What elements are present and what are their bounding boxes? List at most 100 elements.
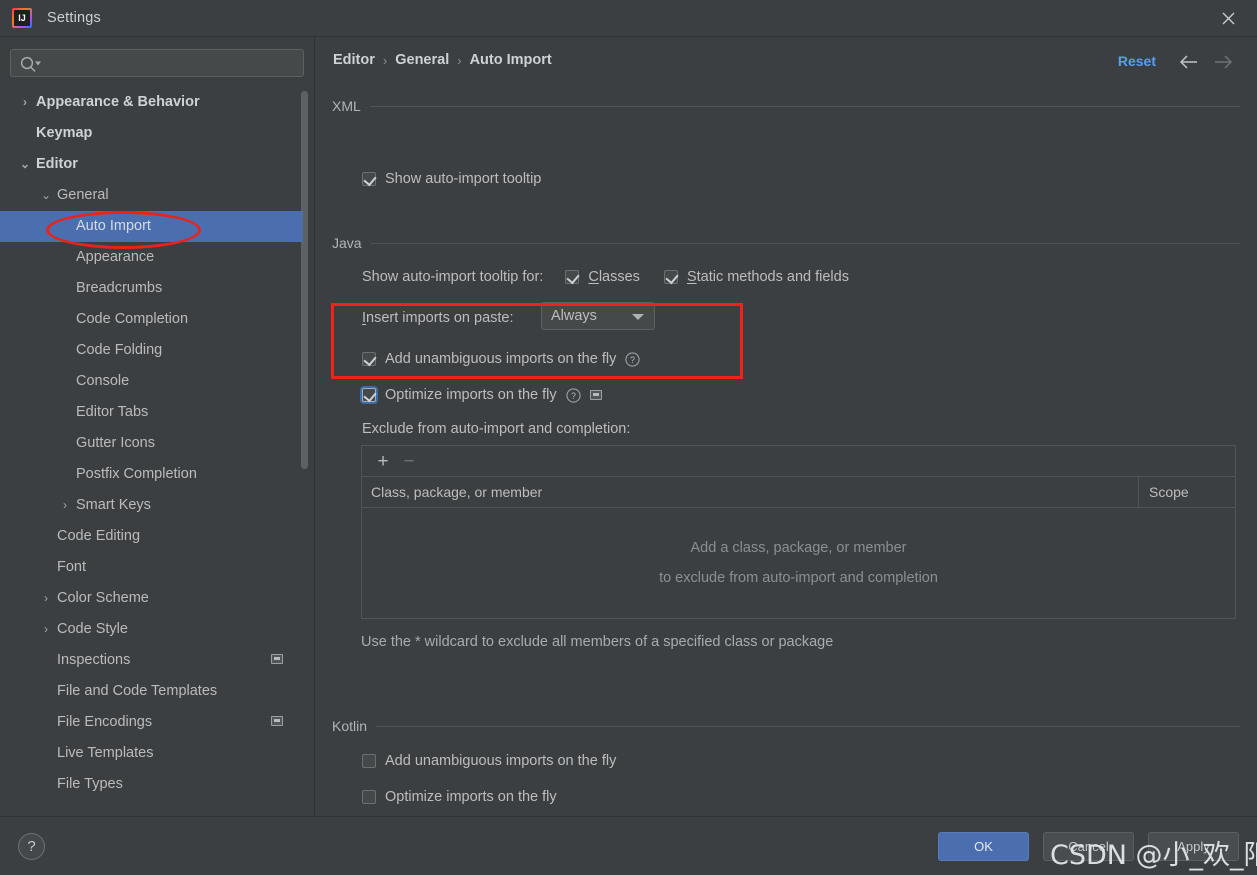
checkbox-label: Classes xyxy=(588,269,640,285)
forward-button[interactable] xyxy=(1209,49,1237,75)
back-button[interactable] xyxy=(1175,49,1203,75)
chevron-right-icon[interactable]: › xyxy=(17,87,33,118)
column-header-scope[interactable]: Scope xyxy=(1139,477,1235,507)
sidebar-item-label: Live Templates xyxy=(57,745,154,761)
checkbox-show-auto-import-tooltip[interactable]: Show auto-import tooltip xyxy=(362,171,541,187)
checkbox-java-add-unambiguous-imports[interactable]: Add unambiguous imports on the fly ? xyxy=(362,351,640,367)
cancel-button[interactable]: Cancel xyxy=(1043,832,1134,861)
chevron-right-icon[interactable]: › xyxy=(57,490,73,521)
svg-text:?: ? xyxy=(571,390,576,400)
title-bar: Settings xyxy=(0,0,1257,37)
sidebar-item-label: Breadcrumbs xyxy=(76,280,163,296)
checkbox-box[interactable] xyxy=(362,754,376,768)
breadcrumb: Editor › General › Auto Import xyxy=(333,52,552,68)
sidebar-item-general[interactable]: ⌄ General xyxy=(0,180,303,211)
sidebar-item-inspections[interactable]: Inspections xyxy=(0,645,303,676)
sidebar-item-code-completion[interactable]: Code Completion xyxy=(0,304,303,335)
breadcrumb-item-editor[interactable]: Editor xyxy=(333,52,375,68)
checkbox-box[interactable] xyxy=(362,790,376,804)
column-header-class-package-member[interactable]: Class, package, or member xyxy=(362,477,1139,507)
insert-imports-on-paste-select[interactable]: Always xyxy=(541,302,655,330)
checkbox-kotlin-optimize-imports[interactable]: Optimize imports on the fly xyxy=(362,789,557,805)
checkbox-box[interactable] xyxy=(362,172,376,186)
settings-content: Editor › General › Auto Import Reset XML xyxy=(315,37,1257,816)
checkbox-classes[interactable]: Classes xyxy=(565,269,640,285)
sidebar-item-code-editing[interactable]: Code Editing xyxy=(0,521,303,552)
group-label-xml: XML xyxy=(332,98,361,114)
sidebar-item-appearance-behavior[interactable]: › Appearance & Behavior xyxy=(0,87,303,118)
settings-sidebar: › Appearance & Behavior Keymap ⌄ Editor ⌄ Gene… xyxy=(0,37,314,816)
checkbox-label: Optimize imports on the fly xyxy=(385,789,557,805)
add-entry-button[interactable]: + xyxy=(372,450,394,472)
settings-tree[interactable]: › Appearance & Behavior Keymap ⌄ Editor ⌄ Gene… xyxy=(0,87,314,793)
checkbox-box[interactable] xyxy=(663,270,678,284)
checkbox-box[interactable] xyxy=(565,270,580,284)
checkbox-java-optimize-imports[interactable]: Optimize imports on the fly ? xyxy=(362,387,602,403)
chevron-right-icon[interactable]: › xyxy=(38,614,54,645)
breadcrumb-item-auto-import[interactable]: Auto Import xyxy=(470,52,552,68)
window-title: Settings xyxy=(47,10,101,26)
sidebar-item-font[interactable]: Font xyxy=(0,552,303,583)
sidebar-item-label: Code Style xyxy=(57,621,128,637)
wildcard-hint: Use the * wildcard to exclude all member… xyxy=(361,634,834,650)
exclude-table-toolbar: + − xyxy=(362,446,1235,477)
checkbox-box[interactable] xyxy=(362,388,376,402)
empty-state-line-1: Add a class, package, or member xyxy=(690,540,907,556)
sidebar-item-postfix-completion[interactable]: Postfix Completion xyxy=(0,459,303,490)
sidebar-item-file-encodings[interactable]: File Encodings xyxy=(0,707,303,738)
sidebar-item-code-folding[interactable]: Code Folding xyxy=(0,335,303,366)
checkbox-static-methods-and-fields[interactable]: Static methods and fields xyxy=(663,269,849,285)
group-label-kotlin: Kotlin xyxy=(332,718,368,734)
group-rule xyxy=(369,105,1240,107)
sidebar-item-breadcrumbs[interactable]: Breadcrumbs xyxy=(0,273,303,304)
checkbox-kotlin-add-unambiguous-imports[interactable]: Add unambiguous imports on the fly xyxy=(362,753,616,769)
group-header-xml: XML xyxy=(332,97,1240,115)
chevron-down-icon[interactable]: ⌄ xyxy=(38,180,54,211)
group-rule xyxy=(376,725,1240,727)
breadcrumb-item-general[interactable]: General xyxy=(395,52,449,68)
sidebar-item-label: Auto Import xyxy=(76,218,151,234)
content-header: Editor › General › Auto Import Reset xyxy=(315,37,1257,89)
ok-button[interactable]: OK xyxy=(938,832,1029,861)
sidebar-item-live-templates[interactable]: Live Templates xyxy=(0,738,303,769)
sidebar-item-code-style[interactable]: › Code Style xyxy=(0,614,303,645)
sidebar-item-editor-tabs[interactable]: Editor Tabs xyxy=(0,397,303,428)
sidebar-item-label: Editor xyxy=(36,156,78,172)
sidebar-item-auto-import[interactable]: Auto Import xyxy=(0,211,303,242)
sidebar-item-label: General xyxy=(57,187,109,203)
checkbox-label: Optimize imports on the fly xyxy=(385,387,557,403)
sidebar-item-smart-keys[interactable]: › Smart Keys xyxy=(0,490,303,521)
project-setting-icon xyxy=(271,716,283,726)
help-circle-icon[interactable]: ? xyxy=(625,351,640,367)
remove-entry-button[interactable]: − xyxy=(398,450,420,472)
project-setting-icon xyxy=(271,654,283,664)
sidebar-item-gutter-icons[interactable]: Gutter Icons xyxy=(0,428,303,459)
sidebar-item-console[interactable]: Console xyxy=(0,366,303,397)
arrow-right-icon xyxy=(1215,55,1233,69)
sidebar-item-color-scheme[interactable]: › Color Scheme xyxy=(0,583,303,614)
sidebar-item-editor[interactable]: ⌄ Editor xyxy=(0,149,303,180)
exclude-table-empty-state: Add a class, package, or member to exclu… xyxy=(362,508,1235,618)
dialog-footer: ? OK Cancel Apply xyxy=(0,816,1257,875)
sidebar-item-label: Code Editing xyxy=(57,528,141,544)
sidebar-item-file-and-code-templates[interactable]: File and Code Templates xyxy=(0,676,303,707)
help-button[interactable]: ? xyxy=(18,833,45,860)
reset-link[interactable]: Reset xyxy=(1118,53,1156,69)
sidebar-item-keymap[interactable]: Keymap xyxy=(0,118,303,149)
close-icon[interactable] xyxy=(1199,0,1257,36)
sidebar-item-label: Gutter Icons xyxy=(76,435,155,451)
sidebar-item-label: File Encodings xyxy=(57,714,153,730)
checkbox-label: Static methods and fields xyxy=(686,269,849,285)
search-input[interactable] xyxy=(10,49,304,77)
exclude-table-label: Exclude from auto-import and completion: xyxy=(362,421,631,437)
sidebar-item-file-types[interactable]: File Types xyxy=(0,769,303,793)
apply-button[interactable]: Apply xyxy=(1148,832,1239,861)
chevron-down-icon[interactable]: ⌄ xyxy=(17,149,33,180)
help-circle-icon[interactable]: ? xyxy=(566,387,581,403)
settings-dialog: Settings ›Appearance & BehaviorKeymap⌄Ed… xyxy=(0,0,1257,875)
checkbox-label-rest: lasses xyxy=(598,269,640,285)
sidebar-item-label: Keymap xyxy=(36,125,93,141)
chevron-right-icon[interactable]: › xyxy=(38,583,54,614)
sidebar-item-appearance[interactable]: Appearance xyxy=(0,242,303,273)
checkbox-box[interactable] xyxy=(362,352,376,366)
